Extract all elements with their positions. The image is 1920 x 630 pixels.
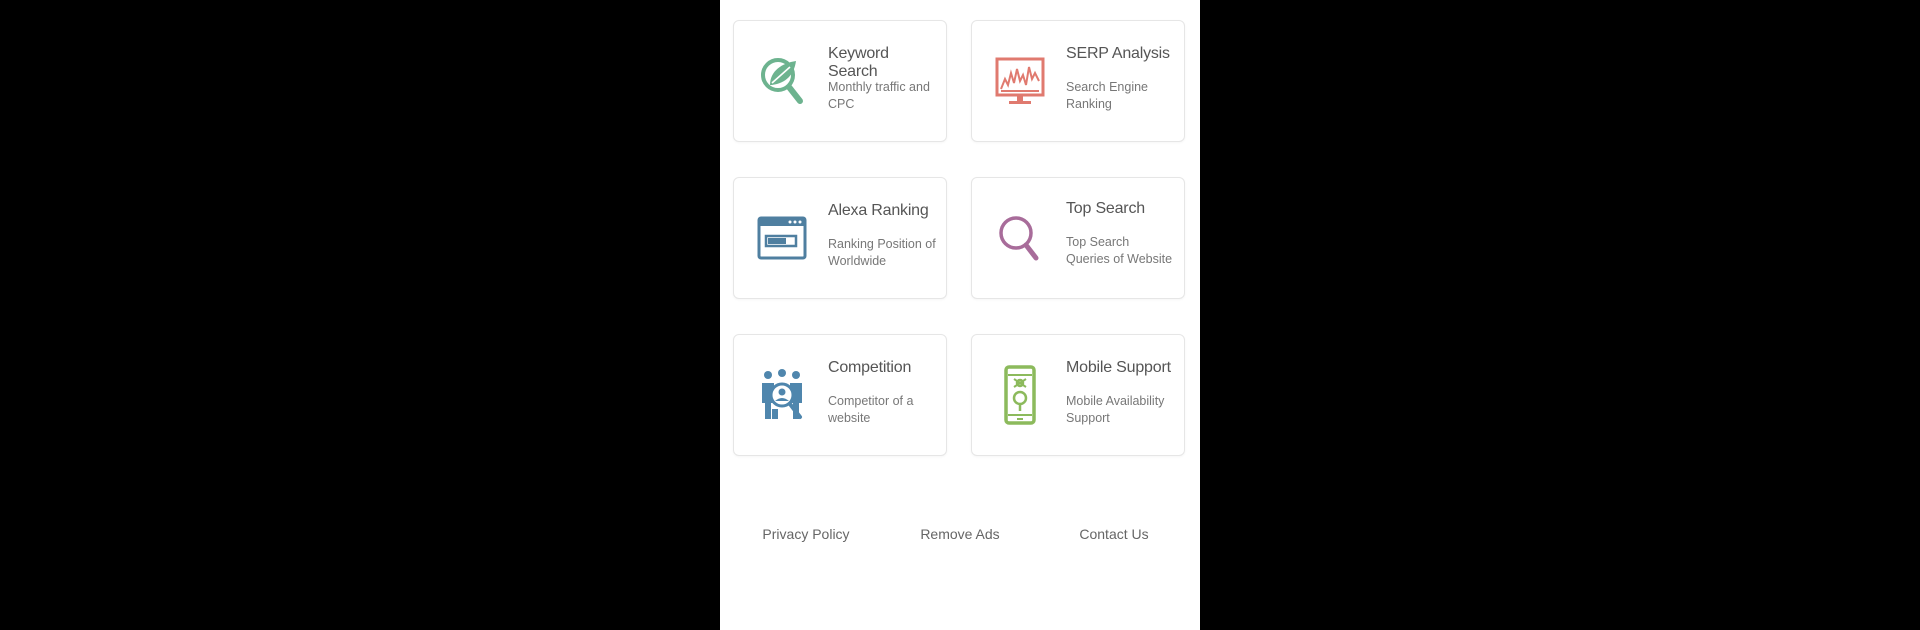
mobile-gear-icon [994,365,1046,425]
app-screen: Keyword Search Monthly traffic and CPC S… [720,0,1200,630]
card-competition[interactable]: Competition Competitor of a website [733,334,947,456]
card-description: Search Engine Ranking [1066,80,1149,111]
privacy-policy-link[interactable]: Privacy Policy [736,526,876,542]
people-magnifier-icon [756,365,808,425]
monitor-chart-icon [994,51,1046,111]
remove-ads-link[interactable]: Remove Ads [890,526,1030,542]
card-title: Top Search [1066,200,1145,217]
card-alexa-ranking[interactable]: Alexa Ranking Ranking Position of Worldw… [733,177,947,299]
contact-us-link[interactable]: Contact Us [1044,526,1184,542]
card-title: Mobile Support [1066,359,1171,376]
card-description: Competitor of a website [828,394,914,425]
card-keyword-search[interactable]: Keyword Search Monthly traffic and CPC [733,20,947,142]
card-mobile-support[interactable]: Mobile Support Mobile Availability Suppo… [971,334,1185,456]
card-title: Keyword Search [828,45,889,80]
leaf-magnifier-icon [756,51,808,111]
magnifier-icon [994,208,1046,268]
card-top-search[interactable]: Top Search Top Search Queries of Website [971,177,1185,299]
card-description: Monthly traffic and CPC [828,80,930,111]
card-title: SERP Analysis [1066,45,1170,62]
card-description: Ranking Position of Worldwide [828,237,936,268]
browser-window-icon [756,208,808,268]
card-title: Alexa Ranking [828,202,929,219]
card-description: Top Search Queries of Website [1066,235,1173,266]
card-serp-analysis[interactable]: SERP Analysis Search Engine Ranking [971,20,1185,142]
card-description: Mobile Availability Support [1066,394,1165,425]
card-title: Competition [828,359,912,376]
